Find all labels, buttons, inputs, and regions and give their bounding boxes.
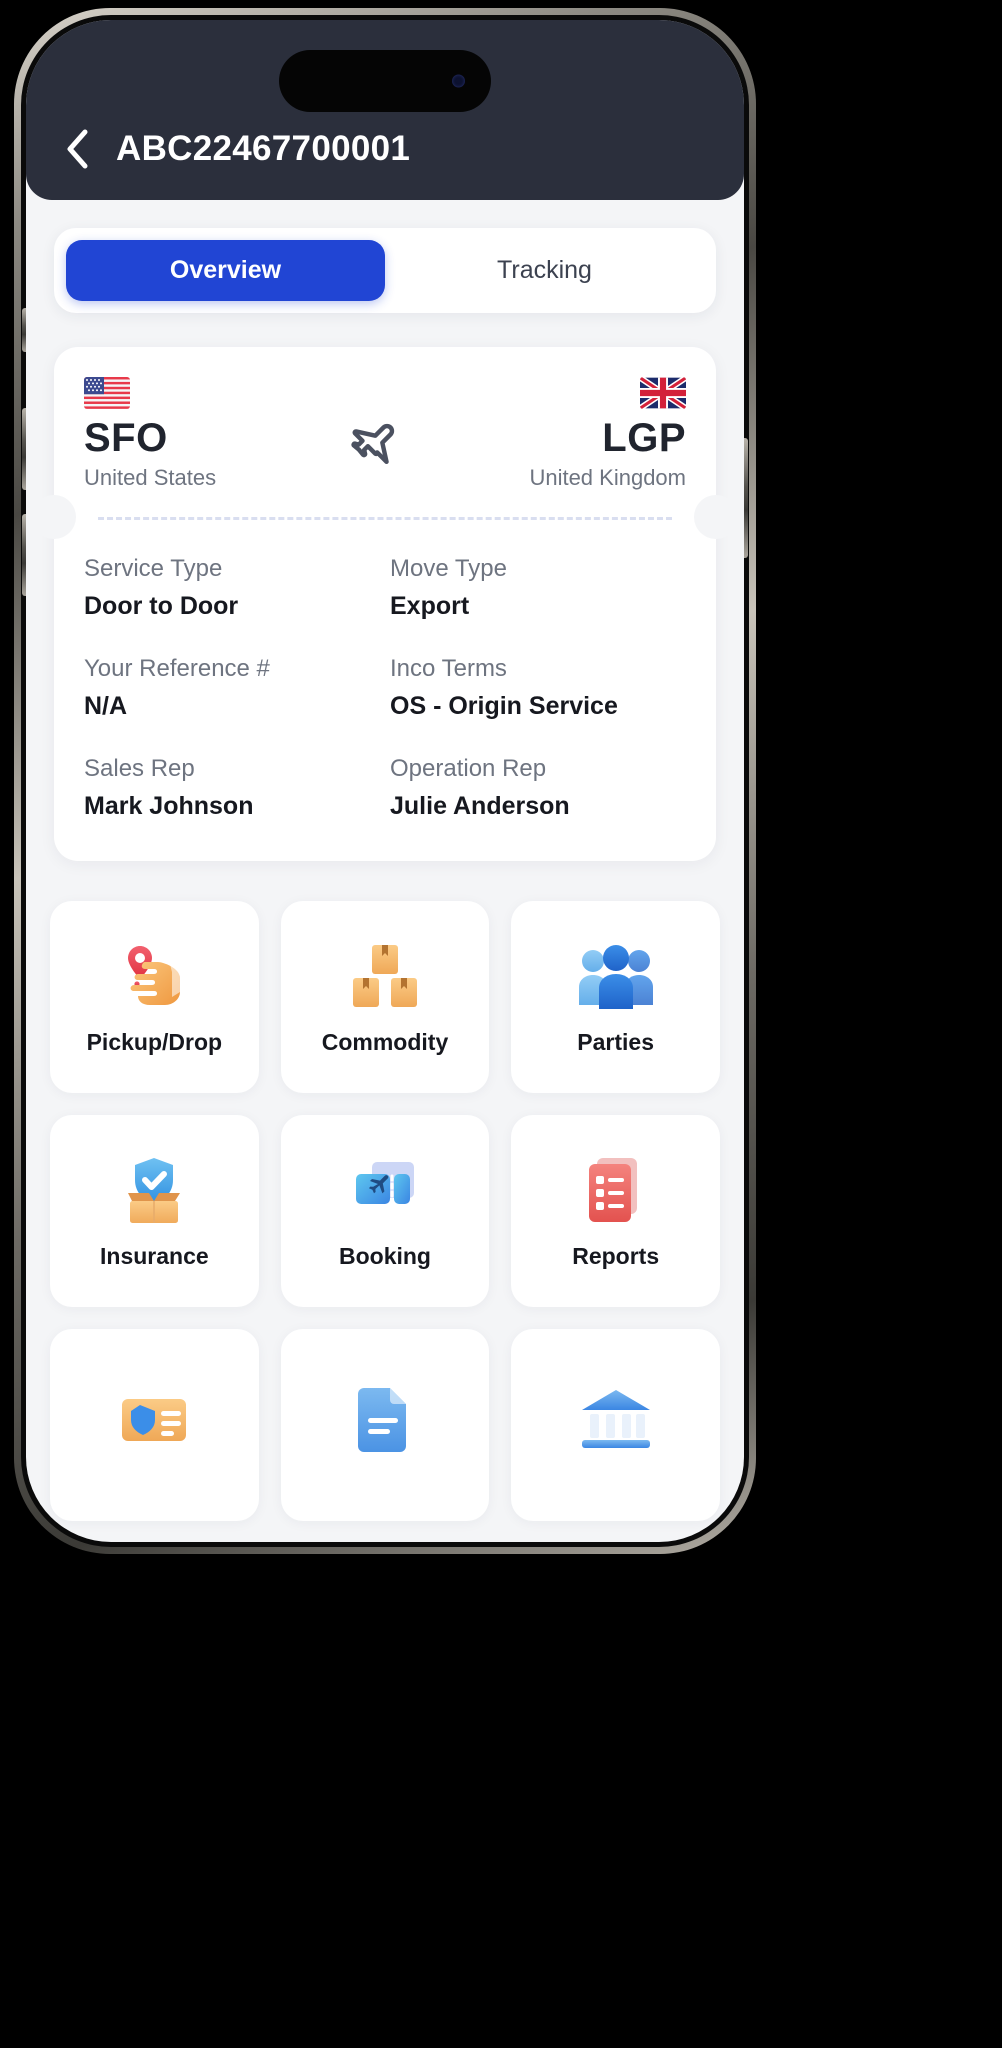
destination-code: LGP [602,416,686,460]
app-header: ABC22467700001 [26,20,744,200]
tile-label: Booking [338,1242,431,1269]
detail-value: Export [390,592,470,620]
phone-bezel: ABC22467700001 Overview Tracking SFO Uni… [21,15,749,1547]
detail-value: N/A [84,692,128,720]
airplane-icon [345,391,401,478]
origin-country: United States [84,465,217,490]
tile-document[interactable] [280,1329,490,1521]
uk-flag-icon [640,377,686,409]
detail-label: Inco Terms [390,655,507,682]
report-checklist-icon [583,1153,649,1227]
route-card: SFO United States LGP United Kingdom Ser… [32,347,738,861]
route-summary: SFO United States LGP United Kingdom [54,347,716,517]
tile-label: Reports [572,1242,660,1269]
page-title: ABC22467700001 [116,129,411,168]
bank-icon [578,1380,654,1454]
phone-frame: ABC22467700001 Overview Tracking SFO Uni… [14,8,756,1554]
flight-ticket-icon [348,1153,422,1227]
tile-bank[interactable] [511,1329,720,1521]
tile-commodity[interactable]: Commodity [280,901,490,1093]
origin-block: SFO United States [84,377,216,491]
detail-move-type: Move Type Export [390,555,686,621]
detail-inco-terms: Inco Terms OS - Origin Service [390,655,686,721]
detail-value: Door to Door [84,592,239,620]
detail-label: Operation Rep [390,755,547,782]
tile-pickup-drop[interactable]: Pickup/Drop [50,901,259,1093]
notch-right [694,495,738,539]
tile-insurance[interactable]: Insurance [50,1115,259,1307]
app-screen: ABC22467700001 Overview Tracking SFO Uni… [26,20,744,1542]
notch-left [32,495,76,539]
dashed-line [98,517,672,520]
tab-overview[interactable]: Overview [66,240,385,301]
tab-tracking[interactable]: Tracking [385,240,704,301]
us-flag-icon [84,377,130,409]
shield-box-icon [116,1153,192,1227]
tab-bar: Overview Tracking [54,228,716,313]
detail-value: Mark Johnson [84,792,254,820]
header-row: ABC22467700001 [26,126,744,172]
detail-label: Your Reference # [84,655,270,682]
detail-sales-rep: Sales Rep Mark Johnson [84,755,380,821]
tile-parties[interactable]: Parties [511,901,720,1093]
tile-reports[interactable]: Reports [511,1115,720,1307]
detail-operation-rep: Operation Rep Julie Anderson [390,755,686,821]
id-card-icon [116,1380,192,1454]
document-icon [354,1380,416,1454]
detail-label: Move Type [390,555,507,582]
destination-country: United Kingdom [529,465,686,490]
hand-location-package-icon [114,939,194,1013]
module-grid: Pickup/Drop Commodity Parties Insurance … [50,901,720,1521]
destination-block: LGP United Kingdom [529,377,686,491]
boxes-stack-icon [348,939,422,1013]
detail-label: Service Type [84,555,223,582]
dynamic-island [279,50,491,112]
scroll-content: Overview Tracking SFO United States LGP … [26,228,744,1541]
chevron-left-icon [64,128,90,170]
tile-id-card[interactable] [50,1329,259,1521]
shipment-details: Service Type Door to Door Move Type Expo… [54,519,716,861]
detail-your-reference: Your Reference # N/A [84,655,380,721]
tile-label: Parties [577,1028,655,1055]
front-camera-icon [452,74,465,88]
detail-label: Sales Rep [84,755,195,782]
detail-value: Julie Anderson [390,792,570,820]
ticket-divider [32,495,738,539]
detail-value: OS - Origin Service [390,692,618,720]
tile-label: Pickup/Drop [86,1028,223,1055]
detail-service-type: Service Type Door to Door [84,555,380,621]
tile-label: Commodity [321,1028,449,1055]
tile-booking[interactable]: Booking [280,1115,490,1307]
back-button[interactable] [54,126,100,172]
origin-code: SFO [84,416,168,460]
tile-label: Insurance [100,1242,209,1269]
people-group-icon [578,939,654,1013]
